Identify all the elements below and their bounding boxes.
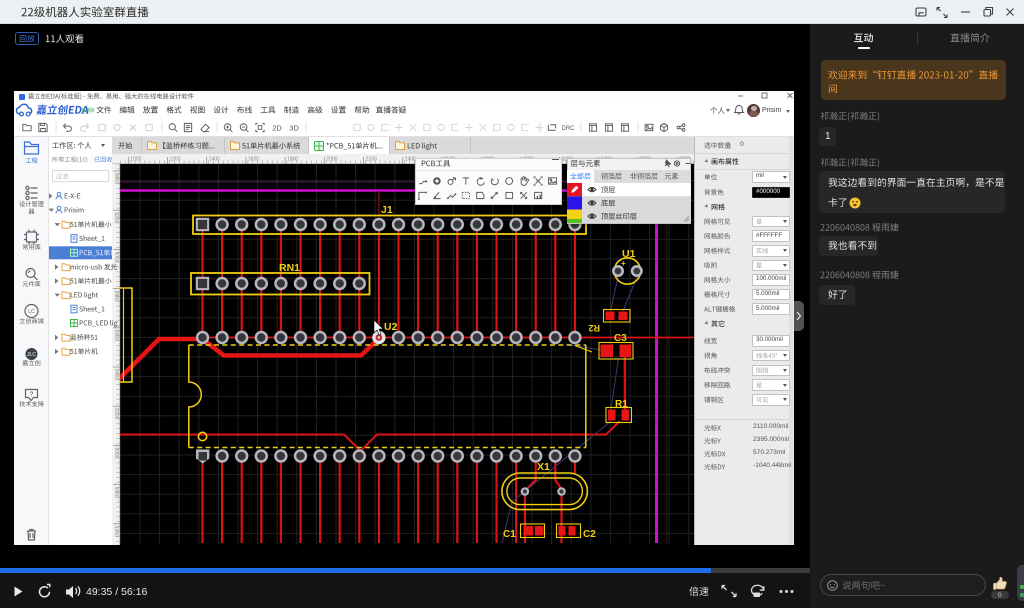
svg-text:+: +	[621, 259, 626, 268]
svg-text:2600: 2600	[113, 330, 119, 341]
svg-text:R1: R1	[615, 399, 628, 410]
svg-text:JLC: JLC	[27, 352, 36, 358]
svg-text:RN1: RN1	[279, 262, 300, 274]
svg-text:2200: 2200	[113, 408, 119, 419]
svg-text:1600: 1600	[113, 526, 119, 537]
svg-text:J1: J1	[381, 204, 393, 216]
svg-text:3400: 3400	[113, 173, 119, 184]
svg-text:1000: 1000	[130, 157, 141, 163]
svg-text:3D: 3D	[289, 124, 299, 133]
svg-text:2400: 2400	[113, 369, 119, 380]
svg-text:R2: R2	[588, 323, 600, 333]
svg-text:2200: 2200	[366, 157, 377, 163]
svg-text:1400: 1400	[209, 157, 220, 163]
svg-text:2D: 2D	[272, 124, 282, 133]
svg-text:1800: 1800	[287, 157, 298, 163]
svg-text:2000: 2000	[113, 447, 119, 458]
svg-text:1200: 1200	[170, 157, 181, 163]
svg-text:1800: 1800	[113, 487, 119, 498]
svg-text:3200: 3200	[113, 212, 119, 223]
svg-text:1600: 1600	[248, 157, 259, 163]
svg-text:DRC: DRC	[562, 126, 576, 132]
svg-text:C2: C2	[583, 529, 596, 540]
svg-text:2800: 2800	[113, 291, 119, 302]
svg-text:LC: LC	[28, 309, 35, 315]
svg-text:C3: C3	[614, 333, 627, 344]
svg-text:3000: 3000	[113, 251, 119, 262]
svg-text:2000: 2000	[326, 157, 337, 163]
svg-text:?: ?	[30, 392, 34, 399]
svg-text:C1: C1	[503, 529, 516, 540]
svg-text:X1: X1	[537, 461, 550, 473]
svg-text:U2: U2	[384, 321, 398, 333]
